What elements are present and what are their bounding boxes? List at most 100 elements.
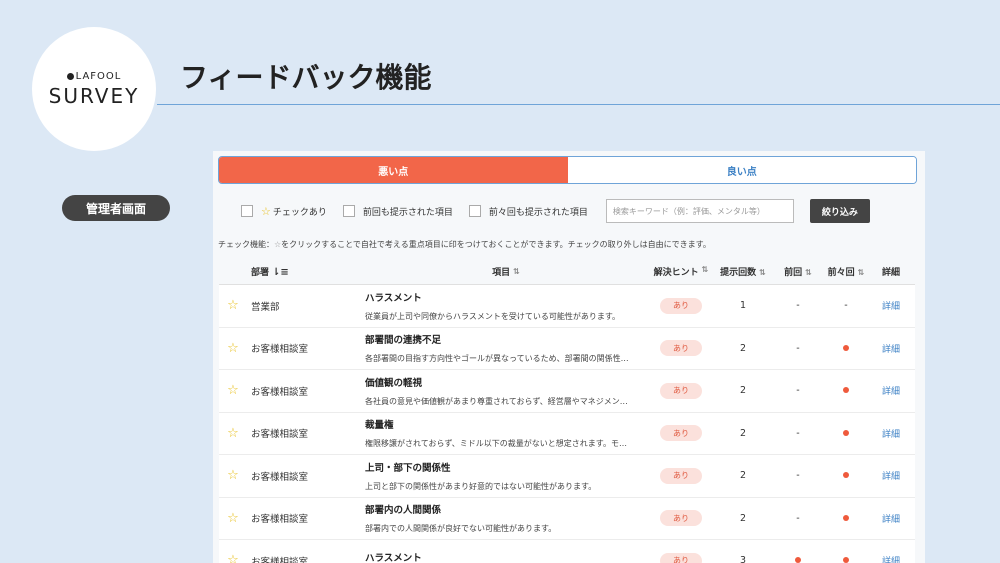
item-desc: 各社員の意見や価値観があまり尊重されておらず、経営層やマネジメン… [365,396,628,406]
admin-badge: 管理者画面 [62,195,170,221]
row-dept: お客様相談室 [251,514,309,526]
mark-prev: - [796,385,800,397]
detail-link[interactable]: 詳細 [867,512,915,525]
sort-desc-icon[interactable]: ⇂≡ [272,267,289,278]
mark-prev2 [825,385,867,396]
hint-badge[interactable]: あり [660,552,702,563]
mark-prev2 [825,555,867,563]
check-notice: チェック機能：☆をクリックすることで自社で考える重点項目に印をつけておくことがで… [218,239,711,250]
table-header: 部署 ⇂≡ 項目 ⇅ 解決ヒント ⇅ 提示回数 ⇅ 前回 ⇅ 前々回 ⇅ 詳細 [219,259,915,285]
detail-link[interactable]: 詳細 [867,384,915,397]
logo: LAFOOL SURVEY [32,27,156,151]
star-toggle-icon[interactable]: ☆ [219,383,247,398]
row-count: 2 [739,470,747,482]
sort-icon[interactable]: ⇅ [805,268,812,277]
detail-link[interactable]: 詳細 [867,554,915,563]
hint-badge[interactable]: あり [660,467,702,484]
item-desc: 部署内での人間関係が良好でない可能性があります。 [365,524,557,534]
checkbox[interactable] [241,205,253,217]
hint-badge[interactable]: あり [660,340,702,357]
mark-prev2 [825,428,867,439]
checkbox[interactable] [468,205,481,217]
filter-checked-label: チェックあり [272,207,327,218]
sort-icon[interactable]: ⇅ [759,268,766,277]
filter-prev2[interactable]: 前々回も提示された項目 [468,205,588,218]
tab-bad-points[interactable]: 悪い点 [219,157,568,183]
row-item: 部署内の人間関係部署内での人間関係が良好でない可能性があります。 [365,502,647,534]
sort-icon[interactable]: ⇅ [858,268,865,277]
star-toggle-icon[interactable]: ☆ [219,426,247,441]
item-desc: 権限移譲がされておらず、ミドル以下の裁量がないと想定されます。モ… [365,439,627,449]
item-title: 上司・部下の関係性 [365,462,451,474]
detail-link[interactable]: 詳細 [867,342,915,355]
star-icon: ☆ [261,204,271,218]
hint-badge[interactable]: あり [660,425,702,442]
star-toggle-icon[interactable]: ☆ [219,468,247,483]
row-dept: お客様相談室 [251,556,309,563]
mark-prev2: - [844,300,848,312]
item-title: 裁量権 [365,420,394,432]
detail-link[interactable]: 詳細 [867,427,915,440]
row-dept: お客様相談室 [251,471,309,483]
title-divider [157,104,1000,105]
item-title: 価値観の軽視 [365,377,423,389]
page-title: フィードバック機能 [180,61,432,94]
mark-prev2 [825,470,867,481]
table-row: ☆ お客様相談室 部署内の人間関係 部署内での人間関係が良好でない可能性があります。あ… [219,497,915,540]
red-dot-icon [843,557,849,563]
red-dot-icon [843,387,849,394]
mark-prev: - [796,427,800,439]
red-dot-icon [843,472,849,479]
row-count: 1 [739,300,747,312]
sort-icon[interactable]: ⇅ [702,265,709,278]
hint-badge[interactable]: あり [660,382,702,399]
row-item: 裁量権権限移譲がされておらず、ミドル以下の裁量がないと想定されます。モ… [365,417,647,449]
header-prev2[interactable]: 前々回 ⇅ [825,265,867,278]
filter-bar: ☆ チェックあり 前回も提示された項目 前々回も提示された項目 検索キーワード（… [241,199,921,223]
item-title: ハラスメント [365,292,422,304]
star-toggle-icon[interactable]: ☆ [219,553,247,563]
filter-prev2-label: 前々回も提示された項目 [488,207,588,218]
mark-prev2 [825,343,867,354]
star-toggle-icon[interactable]: ☆ [219,341,247,356]
header-detail: 詳細 [881,268,900,278]
header-dept[interactable]: 部署 ⇂≡ [247,265,365,278]
checkbox[interactable] [342,205,355,217]
star-toggle-icon[interactable]: ☆ [219,511,247,526]
row-item: ハラスメント [365,550,647,563]
feedback-panel: 悪い点 良い点 ☆ チェックあり 前回も提示された項目 前々回も提示された項目 … [213,151,925,563]
header-count[interactable]: 提示回数 ⇅ [715,265,771,278]
row-dept: 営業部 [251,301,280,313]
search-input[interactable]: 検索キーワード（例：評価、メンタル等） [605,199,794,223]
sort-icon[interactable]: ⇅ [513,267,520,276]
row-count: 2 [739,512,747,524]
feedback-table: 部署 ⇂≡ 項目 ⇅ 解決ヒント ⇅ 提示回数 ⇅ 前回 ⇅ 前々回 ⇅ 詳細 ☆ 営業部 ハラ… [219,259,915,563]
item-title: 部署内の人間関係 [365,505,442,517]
table-row: ☆ お客様相談室 価値観の軽視 各社員の意見や価値観があまり尊重されておらず、経営層や… [219,370,915,413]
filter-checked[interactable]: ☆ チェックあり [241,205,327,218]
tab-good-points[interactable]: 良い点 [567,157,916,183]
header-item[interactable]: 項目 ⇅ [365,265,647,278]
table-row: ☆ お客様相談室 部署間の連携不足 各部署間の目指す方向性やゴールが異なっているため、… [219,327,915,370]
notice-suffix: をクリックすることで自社で考える重点項目に印をつけておくことができます。チェック… [281,240,711,249]
hint-badge[interactable]: あり [660,510,702,527]
filter-prev[interactable]: 前回も提示された項目 [342,205,453,218]
filter-button[interactable]: 絞り込み [809,199,870,223]
row-count: 2 [739,385,747,397]
detail-link[interactable]: 詳細 [867,299,915,312]
item-desc: 従業員が上司や同僚からハラスメントを受けている可能性があります。 [365,311,621,321]
tab-bar: 悪い点 良い点 [218,156,917,184]
hint-badge[interactable]: あり [660,297,702,314]
star-toggle-icon[interactable]: ☆ [219,298,247,313]
header-prev[interactable]: 前回 ⇅ [771,265,825,278]
row-count: 2 [739,427,747,439]
mark-prev: - [796,512,800,524]
red-dot-icon [843,344,849,351]
logo-brand-big: SURVEY [48,83,140,108]
row-count: 2 [739,342,747,354]
detail-link[interactable]: 詳細 [867,469,915,482]
row-item: ハラスメント従業員が上司や同僚からハラスメントを受けている可能性があります。 [365,290,647,322]
header-hint[interactable]: 解決ヒント ⇅ [647,265,715,278]
item-title: 部署間の連携不足 [365,335,442,347]
table-body: ☆ 営業部 ハラスメント 従業員が上司や同僚からハラスメントを受けている可能性がありま… [219,285,915,563]
